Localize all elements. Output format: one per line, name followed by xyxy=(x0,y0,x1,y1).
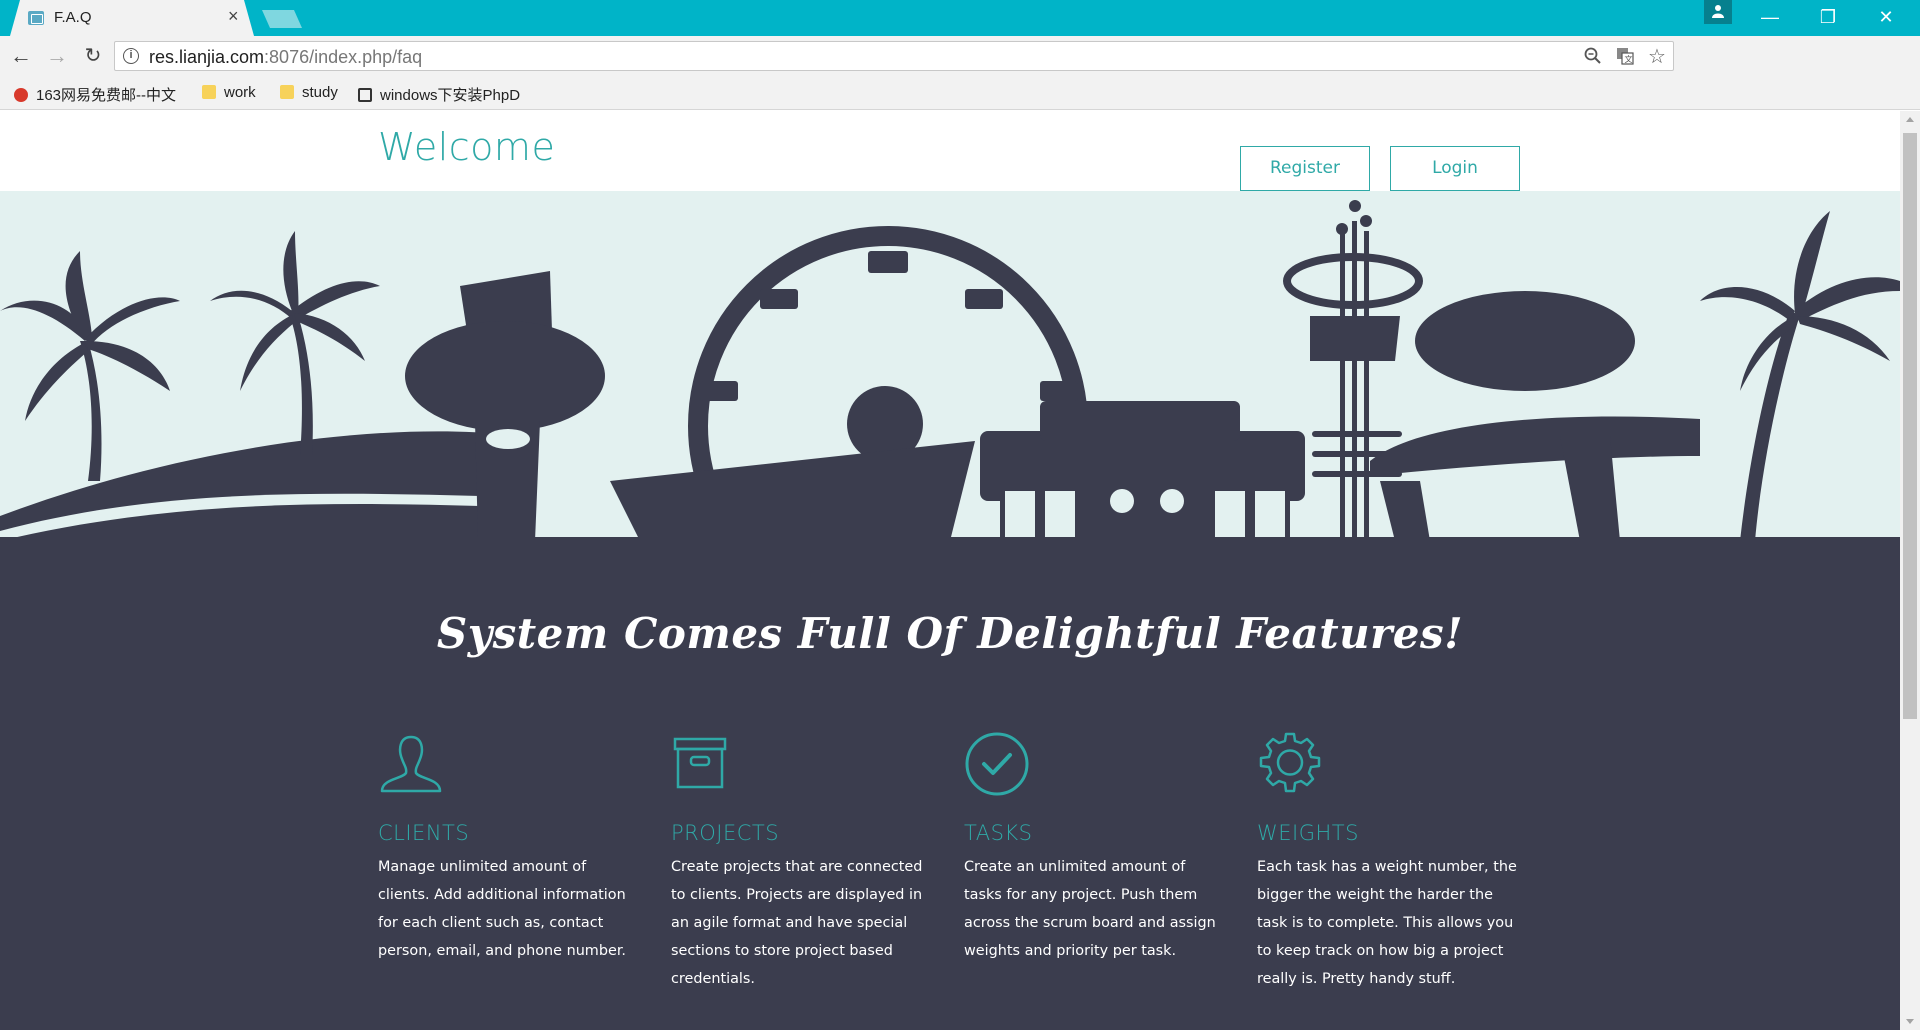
profile-button[interactable] xyxy=(1704,0,1732,24)
folder-icon xyxy=(202,85,216,99)
window-maximize-button[interactable]: ❐ xyxy=(1800,0,1856,34)
window-minimize-button[interactable]: — xyxy=(1742,0,1798,34)
tab-title: F.A.Q xyxy=(54,9,92,26)
url-text[interactable]: res.lianjia.com:8076/index.php/faq xyxy=(149,47,422,68)
feature-title: PROJECTS xyxy=(671,821,780,845)
window-close-button[interactable]: ✕ xyxy=(1858,0,1914,34)
bookmark-windows-phpd[interactable]: windows下安装PhpD xyxy=(358,84,520,105)
address-bar[interactable]: i res.lianjia.com:8076/index.php/faq 文 ☆ xyxy=(114,41,1674,71)
login-button[interactable]: Login xyxy=(1390,146,1520,191)
feature-tasks: TASKS Create an unlimited amount of task… xyxy=(964,731,1224,965)
bookmark-label: study xyxy=(302,84,338,101)
hero-skyline-illustration xyxy=(0,191,1900,541)
feature-description: Manage unlimited amount of clients. Add … xyxy=(378,859,626,959)
user-icon xyxy=(380,735,442,793)
feature-description: Create projects that are connected to cl… xyxy=(671,859,923,987)
tab-close-icon[interactable]: × xyxy=(228,7,239,25)
page-icon xyxy=(358,88,372,102)
scroll-up-icon[interactable] xyxy=(1906,117,1914,122)
feature-weights: WEIGHTS Each task has a weight number, t… xyxy=(1257,731,1517,993)
features-section: System Comes Full Of Delightful Features… xyxy=(0,541,1900,1030)
feature-title: TASKS xyxy=(964,821,1033,845)
feature-description: Create an unlimited amount of tasks for … xyxy=(964,859,1216,959)
bookmark-folder-study[interactable]: study xyxy=(280,84,338,101)
scroll-down-icon[interactable] xyxy=(1906,1019,1914,1024)
features-heading: System Comes Full Of Delightful Features… xyxy=(436,609,1464,658)
bookmarks-bar: 163网易免费邮--中文 work study windows下安装PhpD xyxy=(0,76,1920,110)
feature-title: CLIENTS xyxy=(378,821,470,845)
back-arrow-icon[interactable]: ← xyxy=(8,44,34,70)
url-host: res.lianjia.com xyxy=(149,47,265,67)
site-header: Welcome Register Login xyxy=(0,111,1900,191)
browser-titlebar: F.A.Q × — ❐ ✕ xyxy=(0,0,1920,36)
bookmark-label: work xyxy=(224,84,256,101)
forward-arrow-icon[interactable]: → xyxy=(44,44,70,70)
url-path: :8076/index.php/faq xyxy=(264,47,423,67)
feature-projects: PROJECTS Create projects that are connec… xyxy=(671,731,931,993)
info-icon[interactable]: i xyxy=(123,48,139,64)
welcome-title: Welcome xyxy=(378,125,556,169)
skyline-silhouette-image xyxy=(0,200,1900,541)
folder-icon xyxy=(280,85,294,99)
person-icon xyxy=(1712,5,1724,18)
bookmark-star-icon[interactable]: ☆ xyxy=(1647,47,1667,67)
gear-icon xyxy=(1259,732,1321,793)
page-scrollbar[interactable] xyxy=(1900,111,1920,1030)
mail-163-icon xyxy=(14,88,28,102)
zoom-icon[interactable] xyxy=(1583,47,1603,67)
bookmark-label: windows下安装PhpD xyxy=(380,87,521,104)
page-content: Welcome Register Login System Comes Full… xyxy=(0,111,1900,1030)
translate-icon[interactable]: 文 xyxy=(1615,47,1635,67)
reload-icon[interactable]: ↻ xyxy=(80,44,106,70)
bookmark-folder-work[interactable]: work xyxy=(202,84,256,101)
browser-tab-active[interactable] xyxy=(10,0,254,36)
check-circle-icon xyxy=(965,732,1029,796)
scrollbar-thumb[interactable] xyxy=(1903,133,1917,719)
register-button[interactable]: Register xyxy=(1240,146,1370,191)
archive-box-icon xyxy=(673,737,727,789)
feature-title: WEIGHTS xyxy=(1257,821,1359,845)
browser-toolbar: ← → ↻ i res.lianjia.com:8076/index.php/f… xyxy=(0,36,1920,104)
bookmark-label: 163网易免费邮--中文 xyxy=(36,87,177,104)
feature-clients: CLIENTS Manage unlimited amount of clien… xyxy=(378,731,638,965)
feature-description: Each task has a weight number, the bigge… xyxy=(1257,859,1517,987)
svg-text:文: 文 xyxy=(1625,54,1633,64)
tab-favicon-icon xyxy=(28,11,44,25)
bookmark-163-mail[interactable]: 163网易免费邮--中文 xyxy=(14,84,176,105)
new-tab-button[interactable] xyxy=(262,10,302,28)
